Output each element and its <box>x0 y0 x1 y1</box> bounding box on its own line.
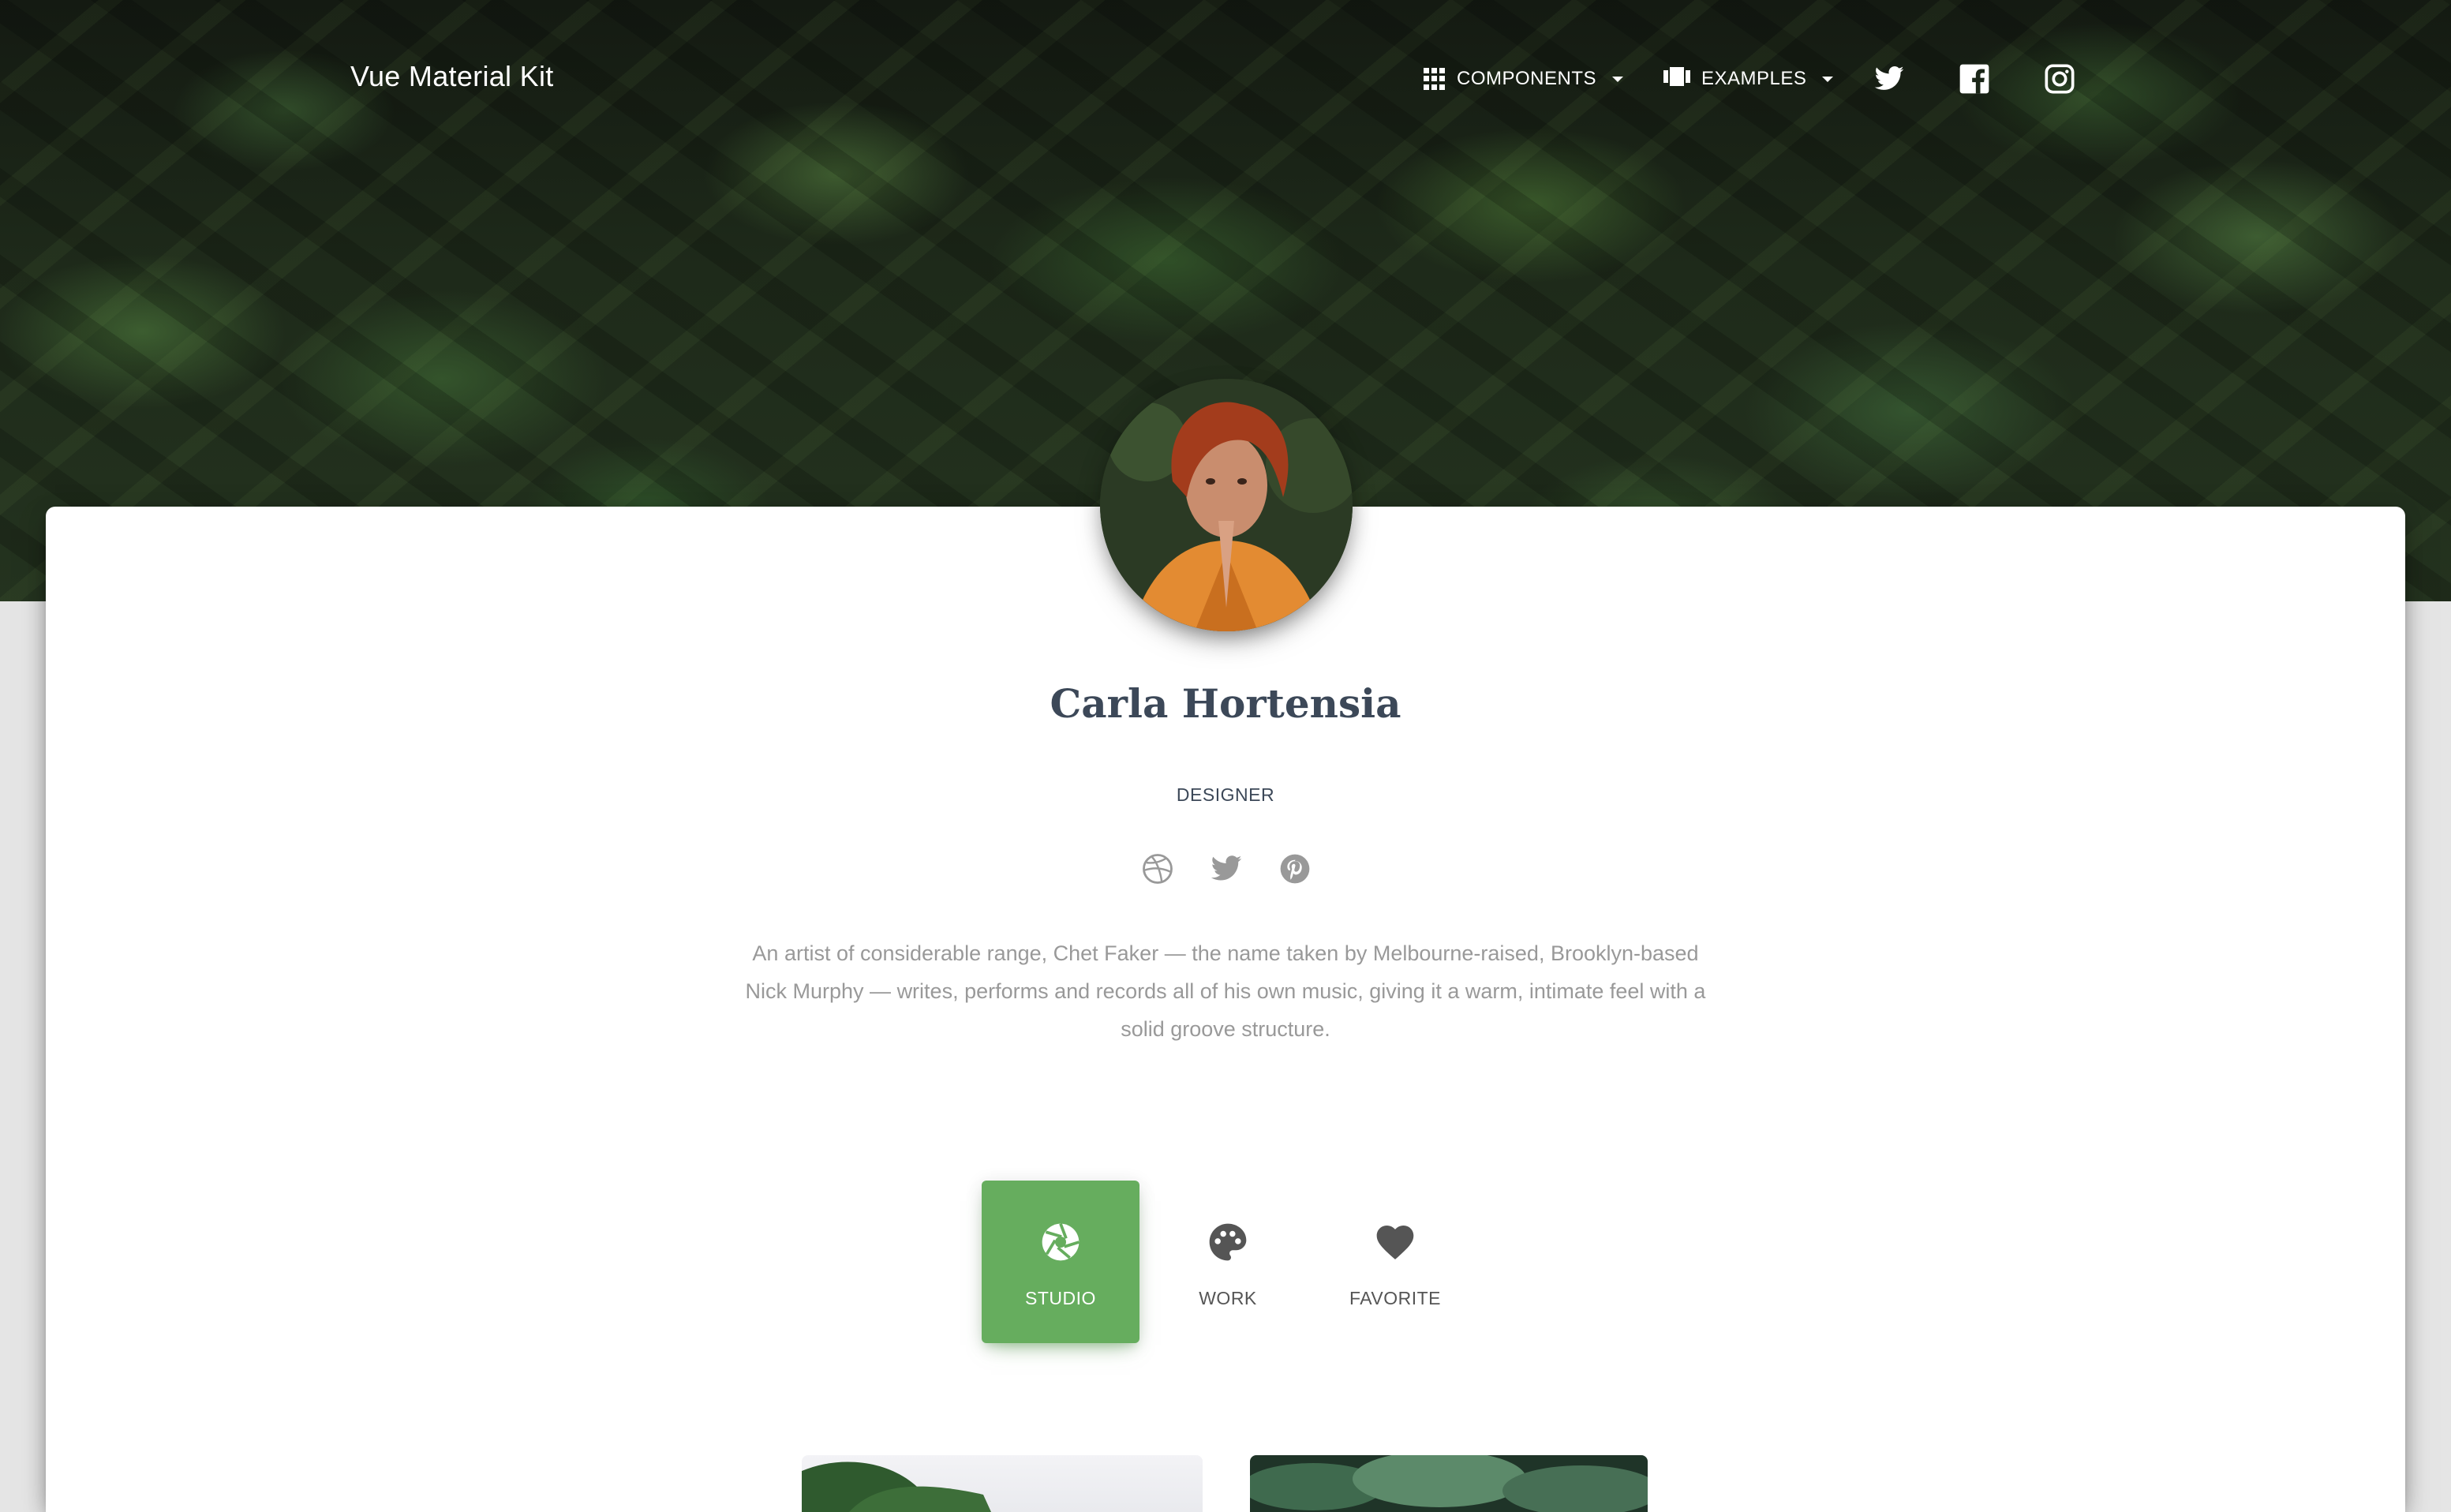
camera-shutter-icon <box>1038 1220 1083 1264</box>
tab-favorite-label: FAVORITE <box>1349 1288 1442 1308</box>
gallery-image[interactable] <box>802 1455 1203 1512</box>
profile-bio: An artist of considerable range, Chet Fa… <box>745 941 1706 1041</box>
facebook-icon[interactable] <box>1959 63 1990 95</box>
profile-name: Carla Hortensia <box>1050 680 1401 727</box>
profile-tabs: STUDIO WORK FAVORITE <box>982 1181 1474 1343</box>
pinterest-icon[interactable] <box>1278 852 1312 885</box>
twitter-icon[interactable] <box>1873 63 1905 95</box>
caret-down-icon <box>1612 76 1624 82</box>
dribbble-icon[interactable] <box>1141 852 1174 885</box>
brand-link[interactable]: Vue Material Kit <box>350 60 554 93</box>
tab-favorite[interactable]: FAVORITE <box>1316 1181 1474 1343</box>
tab-studio-label: STUDIO <box>1025 1288 1096 1308</box>
apps-icon <box>1424 68 1446 90</box>
avatar <box>1100 379 1353 631</box>
profile-role: DESIGNER <box>1176 784 1275 805</box>
examples-label: EXAMPLES <box>1701 68 1807 89</box>
tab-work-label: WORK <box>1199 1288 1257 1308</box>
tab-studio[interactable]: STUDIO <box>982 1181 1139 1343</box>
twitter-icon[interactable] <box>1210 852 1243 885</box>
examples-dropdown[interactable]: EXAMPLES <box>1663 57 1834 101</box>
navbar: Vue Material Kit COMPONENTS EXAMPLES <box>0 0 2451 158</box>
heart-icon <box>1373 1220 1417 1264</box>
components-label: COMPONENTS <box>1457 68 1597 89</box>
view-carousel-icon <box>1663 65 1690 93</box>
palette-icon <box>1206 1220 1250 1264</box>
caret-down-icon <box>1822 76 1834 82</box>
tab-work[interactable]: WORK <box>1149 1181 1307 1343</box>
profile-social-links <box>1141 851 1312 887</box>
instagram-icon[interactable] <box>2044 63 2075 95</box>
gallery-image[interactable] <box>1250 1455 1648 1512</box>
components-dropdown[interactable]: COMPONENTS <box>1424 57 1624 101</box>
